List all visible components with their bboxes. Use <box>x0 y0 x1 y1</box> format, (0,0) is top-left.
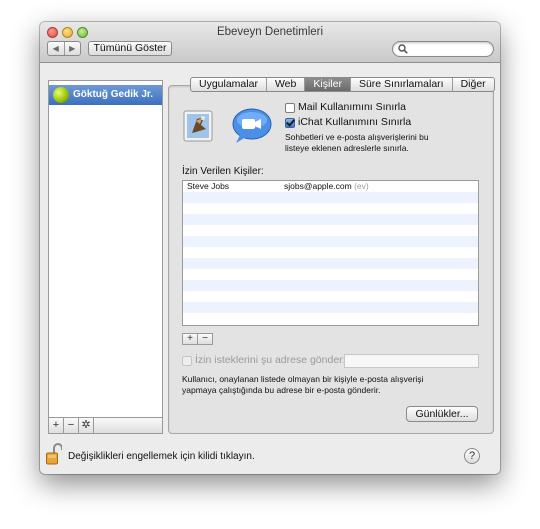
ichat-app-icon <box>232 108 272 143</box>
table-row[interactable] <box>183 247 478 258</box>
tab-bar: Uygulamalar Web Kişiler Süre Sınırlamala… <box>190 77 495 92</box>
remove-contact-button[interactable]: − <box>198 334 212 344</box>
ichat-limit-checkbox[interactable] <box>285 118 295 128</box>
forward-arrow-icon[interactable]: ▶ <box>65 42 81 55</box>
table-row[interactable] <box>183 258 478 269</box>
contact-name: Steve Jobs <box>187 181 230 191</box>
table-row[interactable]: Steve Jobs sjobs@apple.com (ev) <box>183 181 478 192</box>
table-row[interactable] <box>183 203 478 214</box>
contact-email: sjobs@apple.com <box>284 181 352 191</box>
user-item-goktug[interactable]: Göktuğ Gedik Jr. <box>49 85 162 105</box>
table-row[interactable] <box>183 236 478 247</box>
table-row[interactable] <box>183 269 478 280</box>
allowed-contacts-title: İzin Verilen Kişiler: <box>182 166 264 177</box>
ichat-limit-label: iChat Kullanımını Sınırla <box>298 116 412 128</box>
user-list: Göktuğ Gedik Jr. <box>48 80 163 433</box>
help-button[interactable]: ? <box>464 448 480 464</box>
table-row[interactable] <box>183 214 478 225</box>
lock-message: Değişiklikleri engellemek için kilidi tı… <box>68 451 255 462</box>
send-permission-label: İzin isteklerini şu adrese gönder: <box>195 354 346 366</box>
table-row[interactable] <box>183 225 478 236</box>
lock-open-icon[interactable] <box>46 443 62 465</box>
table-row[interactable] <box>183 291 478 302</box>
tab-contacts[interactable]: Kişiler <box>305 78 351 91</box>
show-all-button[interactable]: Tümünü Göster <box>88 41 172 56</box>
user-avatar-tennis-ball <box>53 87 69 103</box>
mail-limit-label: Mail Kullanımını Sınırla <box>298 101 406 113</box>
info-line2: yapmaya çalıştığında bu adrese bir e-pos… <box>182 385 381 395</box>
window-title: Ebeveyn Denetimleri <box>216 26 324 38</box>
title-bar: Ebeveyn Denetimleri ◀ ▶ Tümünü Göster <box>40 22 500 63</box>
gear-icon[interactable]: ✲ <box>79 418 94 433</box>
search-input[interactable] <box>392 41 494 57</box>
table-row[interactable] <box>183 302 478 313</box>
table-row[interactable] <box>183 280 478 291</box>
search-icon <box>398 44 408 54</box>
contact-email-type: (ev) <box>354 181 369 191</box>
limit-description-line2: listeye eklenen adreslerle sınırla. <box>285 143 409 153</box>
tab-time-limits[interactable]: Süre Sınırlamaları <box>351 78 453 91</box>
logs-button[interactable]: Günlükler... <box>406 406 478 422</box>
send-permission-checkbox[interactable] <box>182 356 192 366</box>
add-contact-button[interactable]: + <box>183 334 198 344</box>
info-line1: Kullanıcı, onaylanan listede olmayan bir… <box>182 374 424 384</box>
back-arrow-icon[interactable]: ◀ <box>48 42 65 55</box>
contact-email-cell: sjobs@apple.com (ev) <box>284 181 369 192</box>
permission-address-field[interactable] <box>344 354 479 368</box>
table-row[interactable] <box>183 313 478 324</box>
remove-user-button[interactable]: − <box>64 418 79 433</box>
allowed-contacts-table[interactable]: Steve Jobs sjobs@apple.com (ev) <box>182 180 479 326</box>
user-name: Göktuğ Gedik Jr. <box>73 89 154 100</box>
user-list-toolbar: + − ✲ <box>48 417 163 434</box>
parental-controls-window: Ebeveyn Denetimleri ◀ ▶ Tümünü Göster Gö… <box>40 22 500 474</box>
mail-limit-checkbox[interactable] <box>285 103 295 113</box>
tab-web[interactable]: Web <box>267 78 306 91</box>
limit-description-line1: Sohbetleri ve e-posta alışverişlerini bu <box>285 132 429 142</box>
table-row[interactable] <box>183 192 478 203</box>
contacts-add-remove: + − <box>182 333 213 345</box>
tab-applications[interactable]: Uygulamalar <box>191 78 267 91</box>
add-user-button[interactable]: + <box>49 418 64 433</box>
mail-app-icon <box>183 110 213 142</box>
nav-back-forward: ◀ ▶ <box>47 41 81 56</box>
tab-other[interactable]: Diğer <box>453 78 494 91</box>
